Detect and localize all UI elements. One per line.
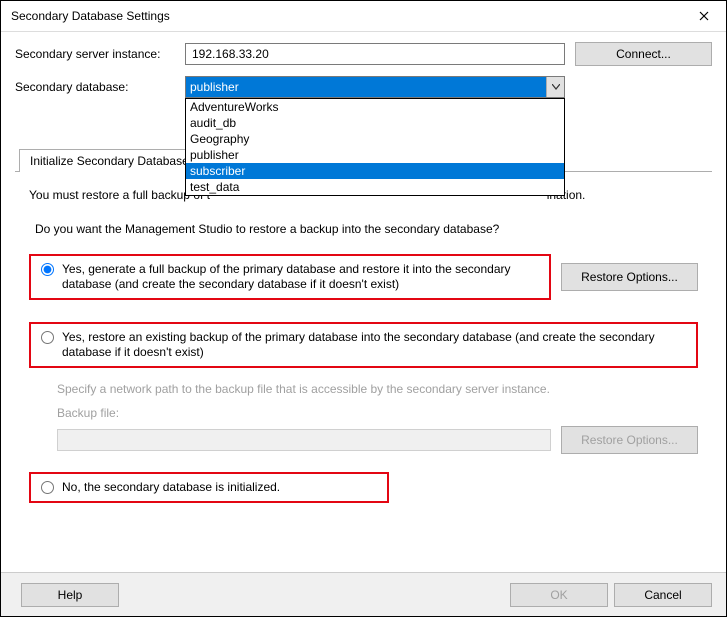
dialog-content: Secondary server instance: Connect... Se… (1, 32, 726, 525)
radio-generate-backup-label: Yes, generate a full backup of the prima… (62, 262, 541, 292)
radio-option-already-initialized[interactable]: No, the secondary database is initialize… (29, 472, 389, 503)
dialog-footer: Help OK Cancel (1, 572, 726, 616)
restore-options-button-1[interactable]: Restore Options... (561, 263, 698, 291)
backup-file-input (57, 429, 551, 451)
option1-row: Yes, generate a full backup of the prima… (29, 254, 698, 300)
secondary-db-combo-wrap: publisher AdventureWorksaudit_dbGeograph… (185, 76, 565, 98)
backup-file-row: Restore Options... (57, 426, 698, 454)
window-title: Secondary Database Settings (11, 9, 170, 23)
backup-file-label: Backup file: (57, 406, 698, 420)
radio-restore-existing-label: Yes, restore an existing backup of the p… (62, 330, 688, 360)
connect-button[interactable]: Connect... (575, 42, 712, 66)
tab-initialize-secondary-database[interactable]: Initialize Secondary Database (19, 149, 200, 172)
combo-option[interactable]: publisher (186, 147, 564, 163)
chevron-down-icon (552, 84, 560, 90)
close-icon (699, 11, 709, 21)
cancel-button[interactable]: Cancel (614, 583, 712, 607)
db-row: Secondary database: publisher AdventureW… (15, 76, 712, 98)
radio-generate-backup-input[interactable] (41, 263, 54, 276)
radio-restore-existing-input[interactable] (41, 331, 54, 344)
server-row: Secondary server instance: Connect... (15, 42, 712, 66)
server-instance-label: Secondary server instance: (15, 47, 185, 61)
combo-option[interactable]: subscriber (186, 163, 564, 179)
radio-already-initialized-label: No, the secondary database is initialize… (62, 480, 379, 495)
help-button[interactable]: Help (21, 583, 119, 607)
combo-option[interactable]: AdventureWorks (186, 99, 564, 115)
combo-option[interactable]: test_data (186, 179, 564, 195)
radio-option-generate-backup[interactable]: Yes, generate a full backup of the prima… (29, 254, 551, 300)
restore-options-button-2: Restore Options... (561, 426, 698, 454)
radio-already-initialized-input[interactable] (41, 481, 54, 494)
ok-button: OK (510, 583, 608, 607)
combo-selected-text: publisher (186, 77, 546, 97)
combo-option[interactable]: audit_db (186, 115, 564, 131)
titlebar: Secondary Database Settings (1, 1, 726, 32)
server-instance-input[interactable] (185, 43, 565, 65)
close-button[interactable] (681, 1, 726, 31)
secondary-db-combo[interactable]: publisher (185, 76, 565, 98)
prompt-text: Do you want the Management Studio to res… (35, 222, 698, 236)
combo-arrow[interactable] (546, 77, 564, 97)
tab-panel-initialize: You must restore a full backup of t inat… (15, 172, 712, 525)
radio-option-restore-existing[interactable]: Yes, restore an existing backup of the p… (29, 322, 698, 368)
secondary-db-dropdown-list[interactable]: AdventureWorksaudit_dbGeographypublisher… (185, 98, 565, 196)
combo-option[interactable]: Geography (186, 131, 564, 147)
secondary-db-label: Secondary database: (15, 80, 185, 94)
backup-path-hint: Specify a network path to the backup fil… (57, 382, 698, 396)
info-text-left: You must restore a full backup of t (29, 188, 210, 202)
